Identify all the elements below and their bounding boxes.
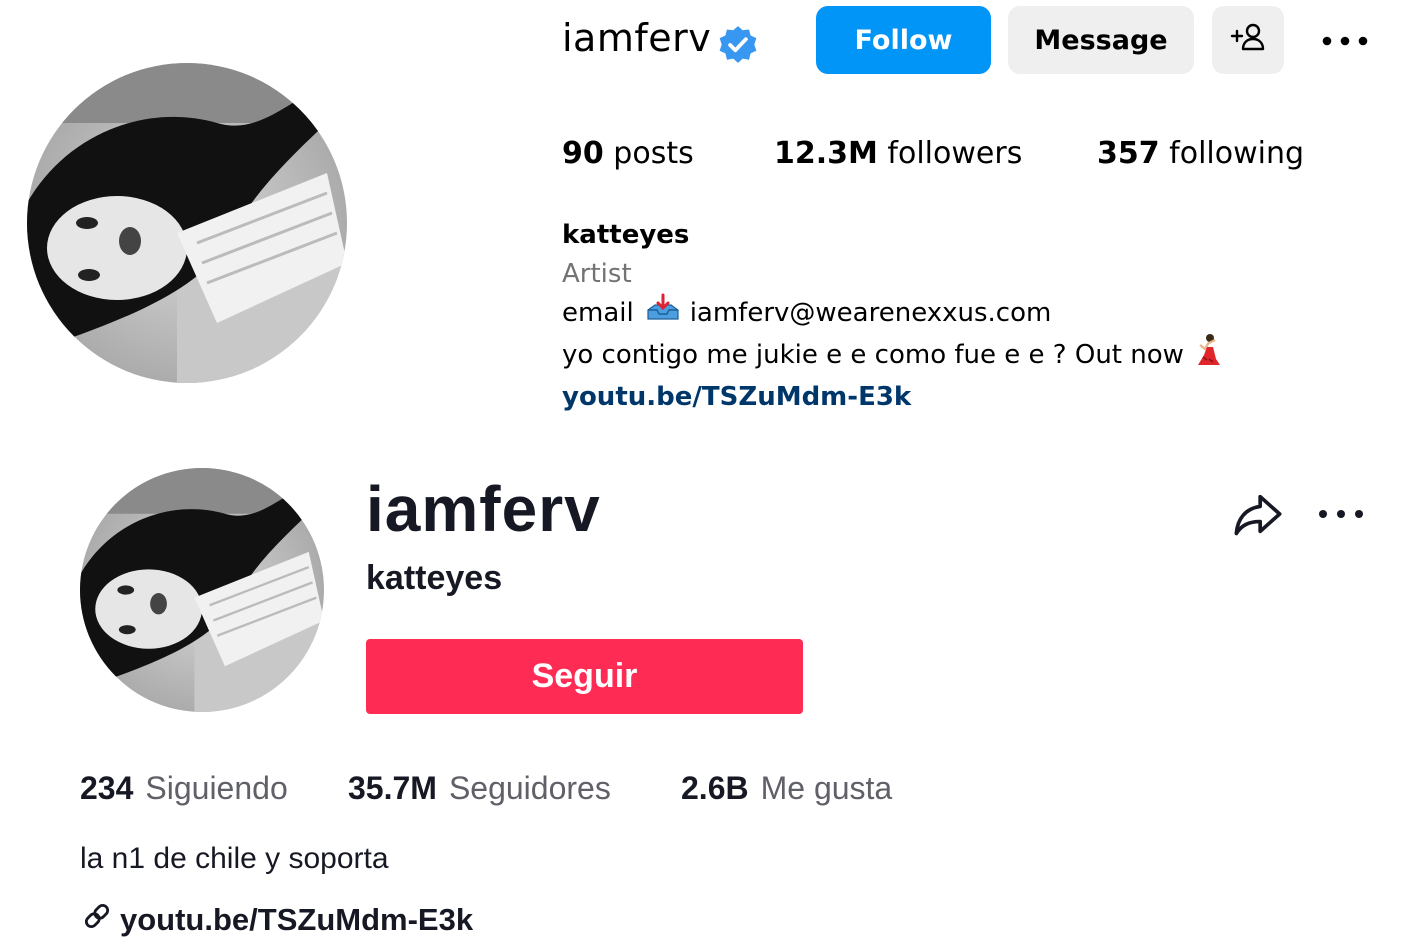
followers-count[interactable]: 12.3M followers [774,136,1022,171]
posts-value: 90 [562,136,604,171]
bio-email-line: email iamferv@wearenexxus.com [562,293,1222,333]
profile-bio: katteyes Artist email iamferv@wearenexxu… [562,216,1222,417]
followers-value: 12.3M [774,136,878,171]
bio-link-text: youtu.be/TSZuMdm-E3k [120,902,474,937]
bio-full-name: katteyes [562,220,690,250]
bio-tagline: yo contigo me jukie e e como fue e e ? O… [562,340,1184,370]
more-options-icon [1322,31,1368,50]
following-label: following [1169,136,1305,171]
likes-count: 2.6B Me gusta [681,770,892,807]
share-button[interactable] [1232,488,1284,540]
likes-value: 2.6B [681,770,749,806]
tiktok-profile-header: iamferv katteyes Seguir 234 Siguiendo 35.… [10,418,1407,948]
share-icon [1232,494,1284,544]
bio-email: iamferv@wearenexxus.com [689,297,1052,328]
bio-external-link[interactable]: youtu.be/TSZuMdm-E3k [82,901,473,939]
verified-badge-icon [717,24,759,66]
posts-label: posts [613,136,694,171]
suggested-users-button[interactable] [1212,6,1284,74]
following-value: 234 [80,770,134,806]
profile-bio: la n1 de chile y soporta [80,842,389,875]
following-value: 357 [1097,136,1160,171]
more-options-icon [1318,504,1364,523]
following-label: Siguiendo [145,770,288,806]
posts-count: 90 posts [562,136,694,171]
more-options-button[interactable] [1315,498,1367,528]
bio-tagline-line: yo contigo me jukie e e como fue e e ? O… [562,333,1222,379]
profile-avatar[interactable] [80,468,324,712]
followers-count[interactable]: 35.7M Seguidores [348,770,611,807]
likes-label: Me gusta [760,770,893,806]
inbox-tray-icon [646,293,680,333]
following-count[interactable]: 357 following [1097,136,1304,171]
profile-username: iamferv [562,16,712,60]
add-user-icon [1229,22,1267,59]
follow-button[interactable]: Follow [816,6,991,74]
profile-avatar[interactable] [27,63,347,383]
bio-email-prefix: email [562,297,634,328]
followers-label: followers [887,136,1023,171]
profile-nickname: katteyes [366,559,503,597]
link-icon [82,901,120,939]
bio-external-link[interactable]: youtu.be/TSZuMdm-E3k [562,378,1222,417]
message-button[interactable]: Message [1008,6,1194,74]
dancer-icon [1194,333,1222,379]
followers-label: Seguidores [448,770,611,806]
bio-category: Artist [562,258,632,289]
followers-value: 35.7M [348,770,437,806]
profile-username: iamferv [366,473,601,545]
follow-button[interactable]: Seguir [366,639,803,714]
following-count[interactable]: 234 Siguiendo [80,770,288,807]
instagram-profile-header: iamferv Follow Message 90 posts 12.3M fo… [0,0,1407,418]
more-options-button[interactable] [1318,22,1372,58]
